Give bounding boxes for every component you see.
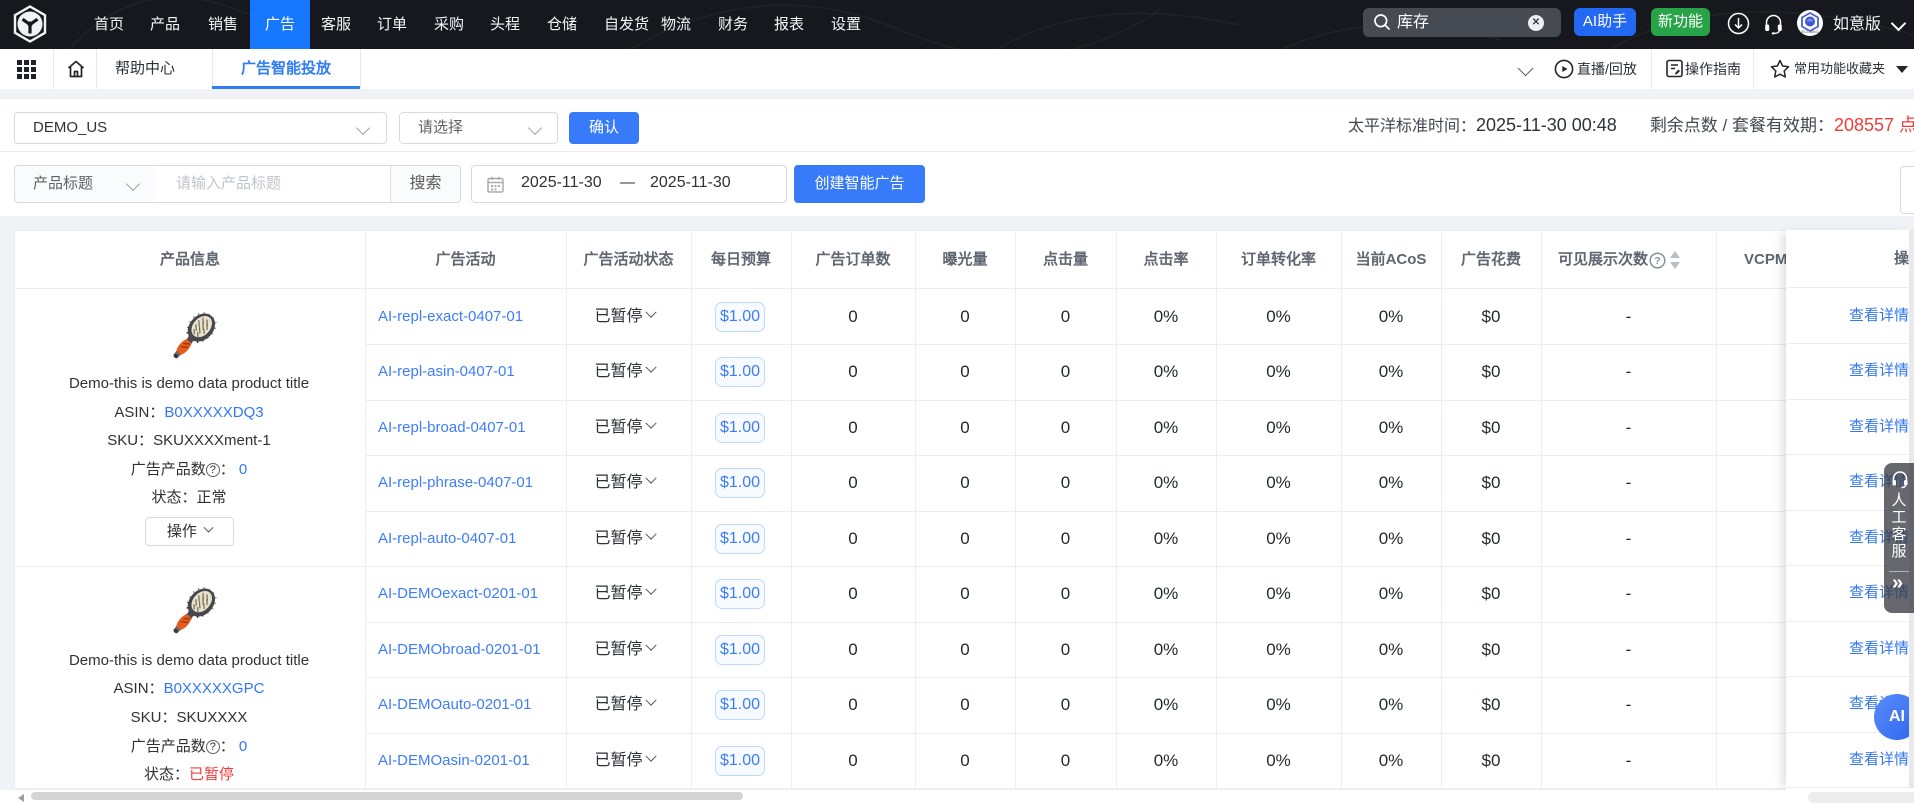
svg-text:?: ? — [1654, 255, 1660, 267]
